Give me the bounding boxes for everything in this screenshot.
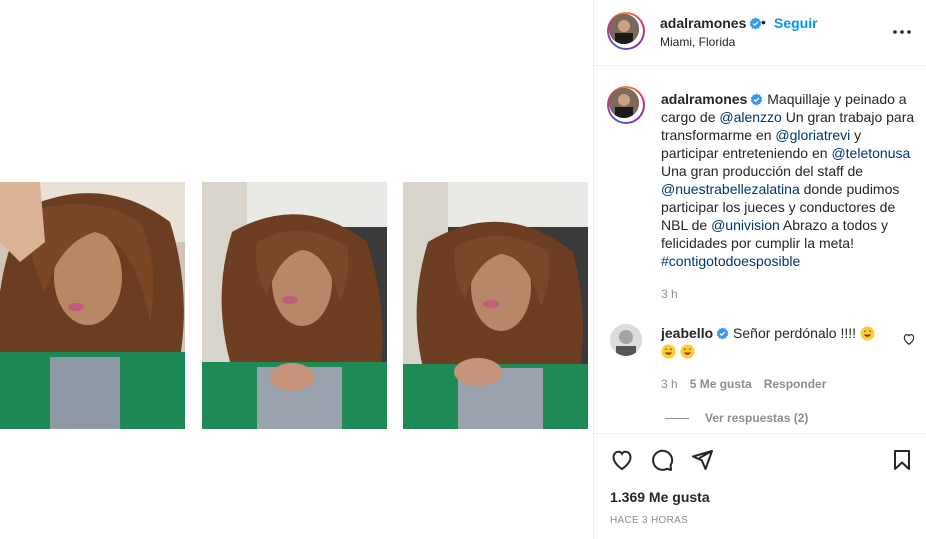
post-header: adalramones • Seguir Miami, Florida — [594, 0, 926, 66]
share-paper-plane-icon[interactable] — [690, 448, 714, 472]
caption-author-avatar[interactable] — [607, 86, 645, 124]
comment-time[interactable]: 3 h — [661, 377, 678, 391]
verified-badge-icon — [716, 327, 729, 340]
mention-univision[interactable]: @univision — [711, 217, 780, 233]
mention-alenzzo[interactable]: @alenzzo — [719, 109, 781, 125]
more-options-icon[interactable] — [890, 22, 914, 42]
hashtag-link[interactable]: #contigotodoesposible — [661, 253, 800, 269]
mention-teletonusa[interactable]: @teletonusa — [831, 145, 910, 161]
laughing-emoji-icon — [680, 344, 695, 359]
post-media[interactable] — [0, 0, 593, 539]
commenter-username[interactable]: jeabello — [661, 325, 713, 341]
laughing-emoji-icon — [860, 326, 875, 341]
save-bookmark-icon[interactable] — [890, 448, 914, 472]
comment-text: jeabello Señor perdónalo !!!! — [661, 324, 891, 360]
photo-3 — [403, 182, 588, 429]
like-heart-icon[interactable] — [610, 448, 634, 472]
follow-button[interactable]: Seguir — [774, 15, 818, 31]
mention-nuestrabellezalatina[interactable]: @nuestrabellezalatina — [661, 181, 800, 197]
laughing-emoji-icon — [661, 344, 676, 359]
caption-time[interactable]: 3 h — [661, 287, 678, 301]
view-replies-button[interactable]: Ver respuestas (2) — [665, 411, 808, 425]
verified-badge-icon — [751, 93, 763, 106]
author-username[interactable]: adalramones — [660, 15, 762, 31]
separator-dot: • — [761, 14, 766, 30]
post-timestamp[interactable]: HACE 3 HORAS — [610, 515, 688, 526]
comment-bubble-icon[interactable] — [650, 448, 674, 472]
photo-1 — [0, 182, 185, 429]
photo-2 — [202, 182, 387, 429]
replies-divider — [665, 418, 689, 420]
author-avatar[interactable] — [607, 12, 645, 50]
post-actions: 1.369 Me gusta HACE 3 HORAS — [594, 433, 926, 539]
post-caption: adalramones Maquillaje y peinado a cargo… — [661, 91, 915, 269]
comment-likes[interactable]: 5 Me gusta — [690, 377, 752, 391]
comment-meta: 3 h 5 Me gusta Responder — [661, 377, 838, 391]
post-location[interactable]: Miami, Florida — [660, 35, 735, 49]
reply-button[interactable]: Responder — [764, 377, 827, 391]
mention-gloriatrevi[interactable]: @gloriatrevi — [775, 127, 850, 143]
caption-username[interactable]: adalramones — [661, 91, 747, 107]
commenter-avatar[interactable] — [610, 324, 642, 356]
likes-count[interactable]: 1.369 Me gusta — [610, 489, 710, 505]
comment-like-heart-icon[interactable] — [902, 332, 916, 346]
post-panel: adalramones • Seguir Miami, Florida adal… — [593, 0, 926, 539]
